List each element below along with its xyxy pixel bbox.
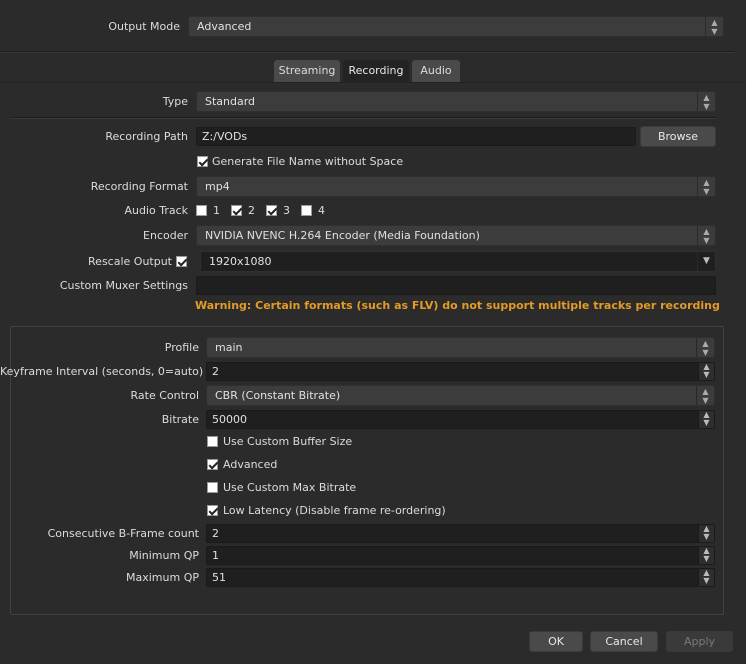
tab-streaming[interactable]: Streaming xyxy=(274,60,340,82)
keyframe-interval-spinbox[interactable]: 2 ▲ ▼ xyxy=(206,362,715,381)
updown-arrows-icon: ▲ ▼ xyxy=(696,338,714,357)
maximum-qp-value: 51 xyxy=(212,571,226,584)
keyframe-interval-label: Keyframe Interval (seconds, 0=auto) xyxy=(0,365,204,378)
minimum-qp-label: Minimum QP xyxy=(129,549,199,562)
recording-path-label: Recording Path xyxy=(105,130,188,143)
custom-muxer-input[interactable] xyxy=(196,276,716,295)
maximum-qp-label: Maximum QP xyxy=(126,571,199,584)
separator xyxy=(10,117,716,119)
encoder-label: Encoder xyxy=(143,229,188,242)
rate-control-value: CBR (Constant Bitrate) xyxy=(215,389,341,402)
spin-arrows-icon[interactable]: ▲ ▼ xyxy=(698,411,714,428)
browse-button[interactable]: Browse xyxy=(640,126,716,147)
generate-filename-label: Generate File Name without Space xyxy=(212,155,404,168)
output-mode-label: Output Mode xyxy=(108,20,180,33)
rate-control-select[interactable]: CBR (Constant Bitrate) ▲ ▼ xyxy=(206,385,715,406)
updown-arrows-icon: ▲ ▼ xyxy=(697,226,715,245)
bitrate-label: Bitrate xyxy=(161,413,199,426)
custom-muxer-label: Custom Muxer Settings xyxy=(59,279,188,292)
updown-arrows-icon: ▲ ▼ xyxy=(697,92,715,111)
profile-label: Profile xyxy=(164,341,199,354)
audio-track-2-checkbox[interactable] xyxy=(231,205,242,216)
audio-track-3-label: 3 xyxy=(283,204,290,217)
recording-format-select[interactable]: mp4 ▲ ▼ xyxy=(196,176,716,197)
warning-text: Warning: Certain formats (such as FLV) d… xyxy=(195,299,720,312)
type-value: Standard xyxy=(205,95,256,108)
bframe-count-label: Consecutive B-Frame count xyxy=(47,527,199,540)
advanced-checkbox[interactable] xyxy=(207,459,218,470)
advanced-label: Advanced xyxy=(223,458,278,471)
spin-arrows-icon[interactable]: ▲ ▼ xyxy=(698,525,714,542)
audio-track-4-checkbox[interactable] xyxy=(301,205,312,216)
tab-recording[interactable]: Recording xyxy=(343,60,409,82)
spin-arrows-icon[interactable]: ▲ ▼ xyxy=(698,363,714,380)
audio-track-label: Audio Track xyxy=(124,204,188,217)
tab-bar-line xyxy=(0,82,746,83)
recording-path-input[interactable]: Z:/VODs xyxy=(196,127,636,146)
rescale-resolution-value: 1920x1080 xyxy=(209,255,272,268)
recording-format-label: Recording Format xyxy=(90,180,188,193)
encoder-select[interactable]: NVIDIA NVENC H.264 Encoder (Media Founda… xyxy=(196,225,716,246)
rescale-output-label: Rescale Output xyxy=(88,255,172,268)
minimum-qp-value: 1 xyxy=(212,549,219,562)
spin-arrows-icon[interactable]: ▲ ▼ xyxy=(698,569,714,586)
minimum-qp-spinbox[interactable]: 1 ▲ ▼ xyxy=(206,546,715,565)
bframe-count-spinbox[interactable]: 2 ▲ ▼ xyxy=(206,524,715,543)
updown-arrows-icon: ▲ ▼ xyxy=(697,177,715,196)
type-label: Type xyxy=(162,95,188,108)
keyframe-interval-value: 2 xyxy=(212,365,219,378)
rescale-resolution-select[interactable]: 1920x1080 ▼ xyxy=(200,251,716,272)
type-select[interactable]: Standard ▲ ▼ xyxy=(196,91,716,112)
audio-track-1-checkbox[interactable] xyxy=(196,205,207,216)
custom-max-bitrate-checkbox[interactable] xyxy=(207,482,218,493)
encoder-value: NVIDIA NVENC H.264 Encoder (Media Founda… xyxy=(205,229,480,242)
low-latency-label: Low Latency (Disable frame re-ordering) xyxy=(223,504,446,517)
rate-control-label: Rate Control xyxy=(130,389,199,402)
ok-button[interactable]: OK xyxy=(529,631,583,652)
custom-buffer-checkbox[interactable] xyxy=(207,436,218,447)
separator xyxy=(0,51,734,53)
apply-button[interactable]: Apply xyxy=(666,631,733,652)
bitrate-spinbox[interactable]: 50000 ▲ ▼ xyxy=(206,410,715,429)
bitrate-value: 50000 xyxy=(212,413,247,426)
custom-buffer-label: Use Custom Buffer Size xyxy=(223,435,353,448)
output-mode-select[interactable]: Advanced ▲ ▼ xyxy=(188,16,724,37)
bframe-count-value: 2 xyxy=(212,527,219,540)
rescale-output-checkbox[interactable] xyxy=(176,256,187,267)
low-latency-checkbox[interactable] xyxy=(207,505,218,516)
updown-arrows-icon: ▲ ▼ xyxy=(696,386,714,405)
audio-track-1-label: 1 xyxy=(213,204,220,217)
output-mode-value: Advanced xyxy=(197,20,252,33)
spin-arrows-icon[interactable]: ▲ ▼ xyxy=(698,547,714,564)
maximum-qp-spinbox[interactable]: 51 ▲ ▼ xyxy=(206,568,715,587)
audio-track-2-label: 2 xyxy=(248,204,255,217)
tab-audio[interactable]: Audio xyxy=(412,60,460,82)
profile-select[interactable]: main ▲ ▼ xyxy=(206,337,715,358)
custom-max-bitrate-label: Use Custom Max Bitrate xyxy=(223,481,357,494)
updown-arrows-icon: ▲ ▼ xyxy=(705,17,723,36)
audio-track-3-checkbox[interactable] xyxy=(266,205,277,216)
audio-track-4-label: 4 xyxy=(318,204,325,217)
chevron-down-icon: ▼ xyxy=(697,252,715,271)
profile-value: main xyxy=(215,341,243,354)
generate-filename-checkbox[interactable] xyxy=(197,156,208,167)
recording-format-value: mp4 xyxy=(205,180,230,193)
cancel-button[interactable]: Cancel xyxy=(590,631,658,652)
